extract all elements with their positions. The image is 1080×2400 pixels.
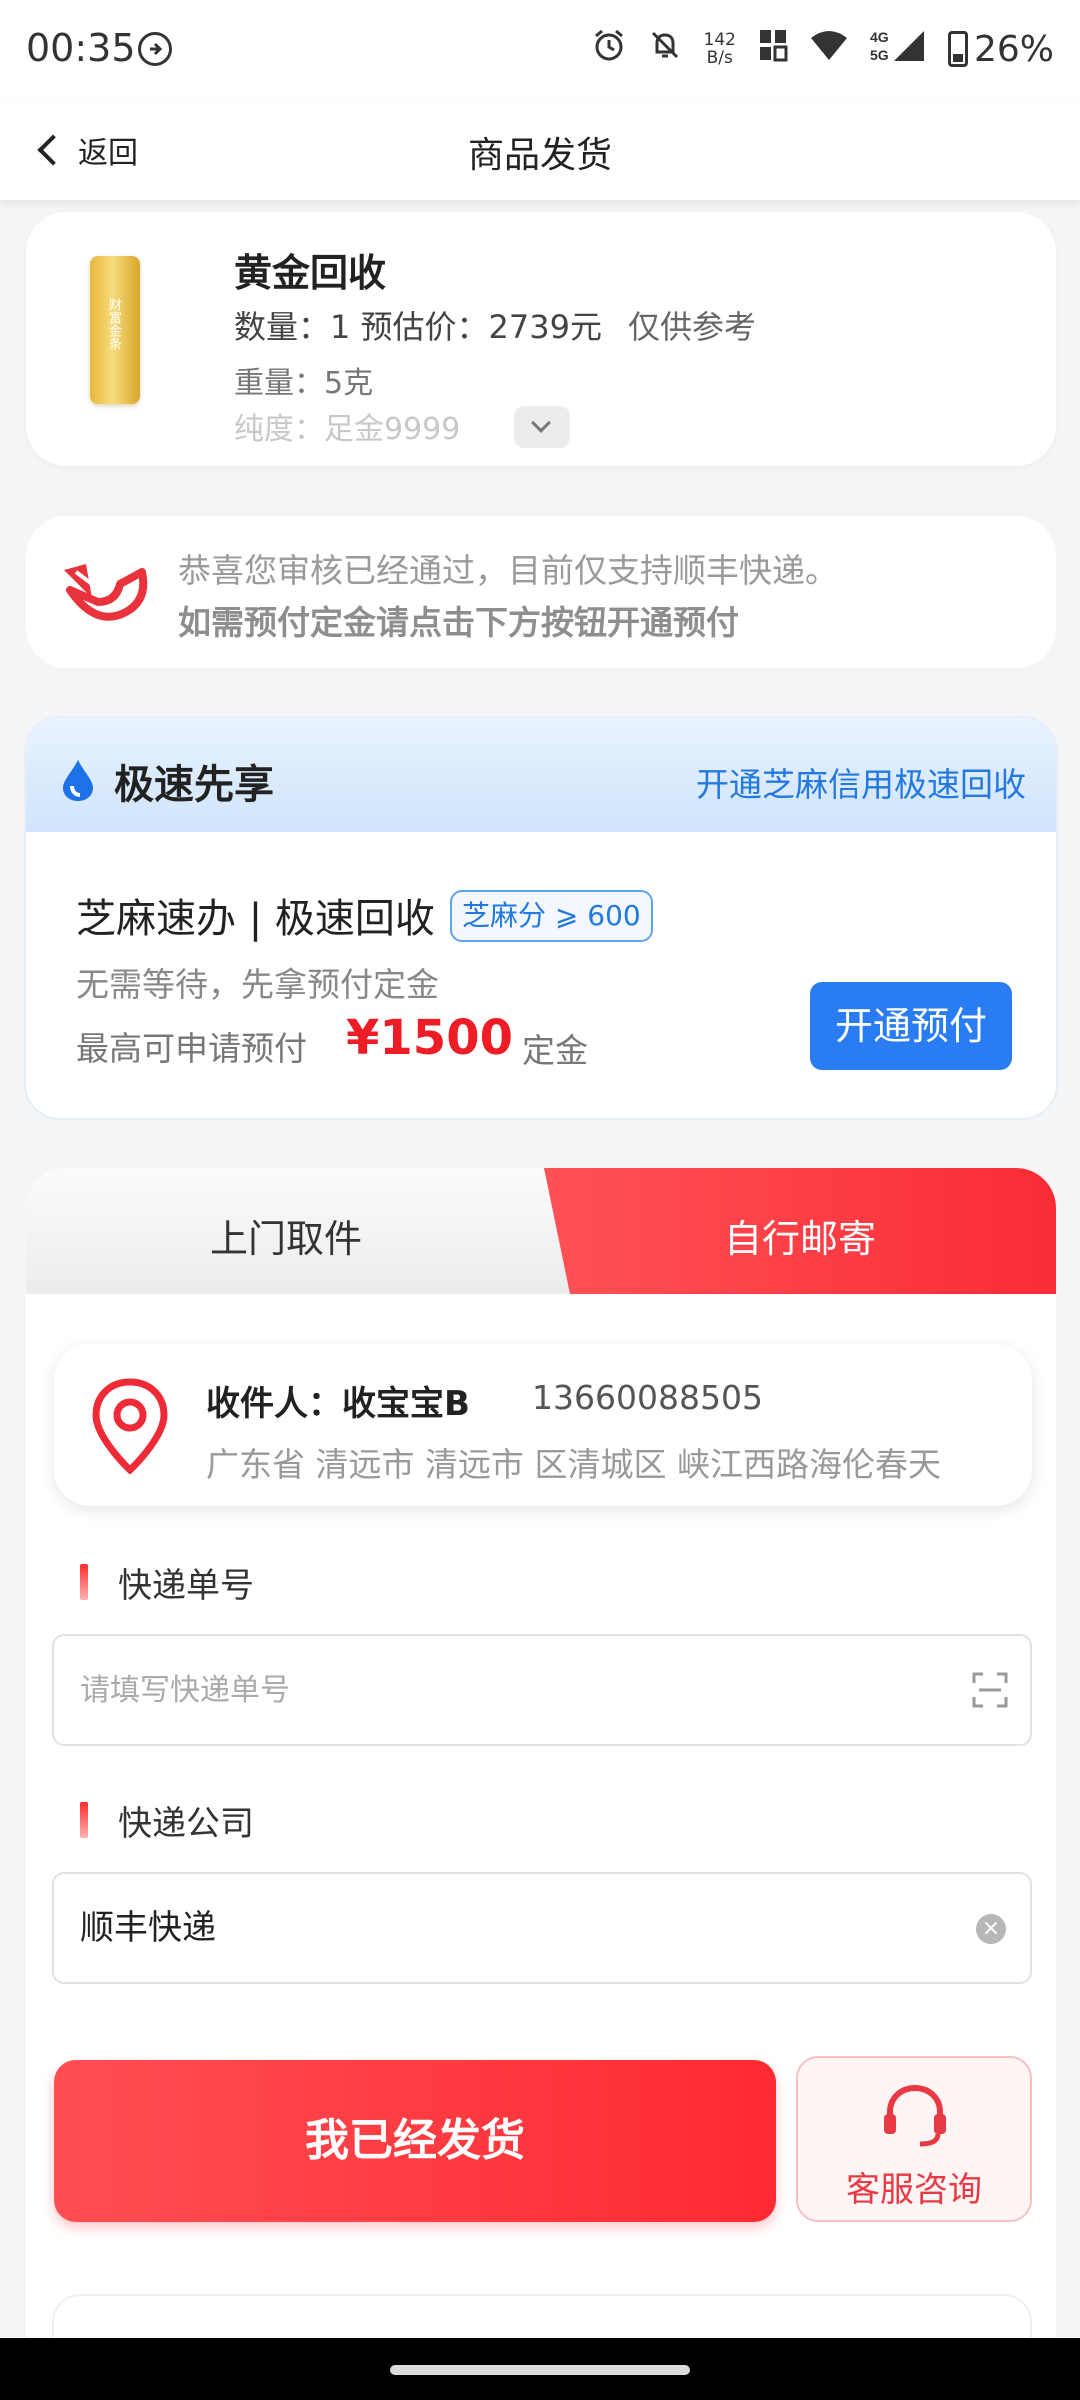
signal-4g-5g-icon: 4G 5G xyxy=(870,27,926,72)
nfc-icon xyxy=(758,28,788,71)
status-time: 00:35 xyxy=(26,26,136,70)
express-max-label: 最高可申请预付 xyxy=(76,1029,307,1068)
express-prepay-card: 极速先享 开通芝麻信用极速回收 芝麻速办 | 极速回收 芝麻分 ⩾ 600 无需… xyxy=(24,716,1058,1120)
zhima-score-badge: 芝麻分 ⩾ 600 xyxy=(450,890,653,942)
expand-details-button[interactable] xyxy=(514,406,570,448)
recipient-address-card[interactable]: 收件人：收宝宝B 13660088505 广东省 清远市 清远市 区清城区 峡江… xyxy=(54,1344,1032,1506)
confirm-shipped-button[interactable]: 我已经发货 xyxy=(54,2060,776,2222)
product-title: 黄金回收 xyxy=(234,251,387,295)
product-qty-line: 数量：1 预估价：2739元 xyxy=(234,308,602,346)
home-gesture-handle[interactable] xyxy=(390,2365,690,2375)
svg-text:5G: 5G xyxy=(870,47,889,63)
product-card: 财富金条 黄金回收 数量：1 预估价：2739元 仅供参考 重量：5克 纯度：足金… xyxy=(26,212,1056,466)
customer-service-label: 客服咨询 xyxy=(846,2170,982,2210)
recipient-address: 广东省 清远市 清远市 区清城区 峡江西路海伦春天 xyxy=(206,1445,941,1484)
alarm-icon xyxy=(592,28,626,71)
network-speed-value: 142 xyxy=(703,30,736,50)
wifi-icon xyxy=(810,29,848,70)
notice-line-1: 恭喜您审核已经通过，目前仅支持顺丰快递。 xyxy=(178,551,838,590)
tab-self-mail-label[interactable]: 自行邮寄 xyxy=(544,1208,1056,1263)
battery-indicator: 26% xyxy=(947,28,1054,70)
product-quantity-price: 数量：1 预估价：2739元 仅供参考 xyxy=(234,302,756,348)
section-marker xyxy=(80,1564,88,1600)
tab-home-pickup-label[interactable]: 上门取件 xyxy=(26,1208,546,1263)
courier-company-value[interactable]: 顺丰快递 xyxy=(80,1874,940,1982)
express-unit: 定金 xyxy=(522,1031,588,1070)
location-pin-icon xyxy=(92,1378,168,1474)
courier-company-field[interactable]: 顺丰快递 × xyxy=(52,1872,1032,1984)
nav-bar: 返回 商品发货 xyxy=(0,100,1080,200)
express-subtitle: 芝麻速办 | 极速回收 xyxy=(76,896,435,942)
gesture-navigation-bar xyxy=(0,2338,1080,2400)
battery-percent: 26% xyxy=(973,28,1054,70)
battery-icon xyxy=(947,31,968,67)
customer-service-button[interactable]: 客服咨询 xyxy=(796,2056,1032,2222)
status-bar: 00:35 142 B/s 4G 5G 26% xyxy=(0,0,1080,100)
shipping-panel: 上门取件 自行邮寄 收件人：收宝宝B 13660088505 广东省 清远市 清… xyxy=(26,1168,1056,2400)
approval-notice-card: 恭喜您审核已经通过，目前仅支持顺丰快递。 如需预付定金请点击下方按钮开通预付 xyxy=(26,516,1056,668)
gold-bar-image: 财富金条 xyxy=(90,256,140,404)
page-title: 商品发货 xyxy=(467,135,612,176)
headset-icon xyxy=(884,2084,946,2147)
status-icons: 142 B/s 4G 5G 26% xyxy=(592,24,1054,74)
open-prepay-button[interactable]: 开通预付 xyxy=(810,982,1012,1070)
recipient-name: 收件人：收宝宝B xyxy=(206,1384,470,1424)
courier-company-label: 快递公司 xyxy=(118,1804,254,1844)
product-purity: 纯度：足金9999 xyxy=(234,412,461,447)
tracking-number-field[interactable] xyxy=(52,1634,1032,1746)
notice-line-2: 如需预付定金请点击下方按钮开通预付 xyxy=(178,603,739,642)
clear-icon[interactable]: × xyxy=(976,1914,1006,1944)
express-title: 极速先享 xyxy=(114,762,274,808)
svg-text:4G: 4G xyxy=(870,29,889,45)
product-reference-note: 仅供参考 xyxy=(627,308,756,346)
express-header: 极速先享 开通芝麻信用极速回收 xyxy=(26,718,1056,832)
network-speed: 142 B/s xyxy=(704,31,736,67)
express-description: 无需等待，先拿预付定金 xyxy=(76,965,439,1004)
sf-express-logo-icon xyxy=(64,564,148,621)
scan-icon[interactable] xyxy=(972,1672,1008,1708)
chevron-down-icon xyxy=(531,413,551,433)
network-speed-unit: B/s xyxy=(706,48,733,68)
arrow-circle-icon xyxy=(138,32,172,66)
open-zhima-link[interactable]: 开通芝麻信用极速回收 xyxy=(696,758,1026,806)
bell-off-icon xyxy=(648,28,682,71)
water-drop-icon xyxy=(63,760,93,801)
gold-bar-text: 财富金条 xyxy=(106,298,121,350)
tracking-number-label: 快递单号 xyxy=(118,1566,254,1606)
section-marker xyxy=(80,1802,88,1838)
product-weight: 重量：5克 xyxy=(234,366,374,401)
express-amount: ¥1500 xyxy=(346,1010,513,1066)
recipient-phone: 13660088505 xyxy=(532,1378,763,1417)
tracking-number-input[interactable] xyxy=(80,1636,940,1744)
